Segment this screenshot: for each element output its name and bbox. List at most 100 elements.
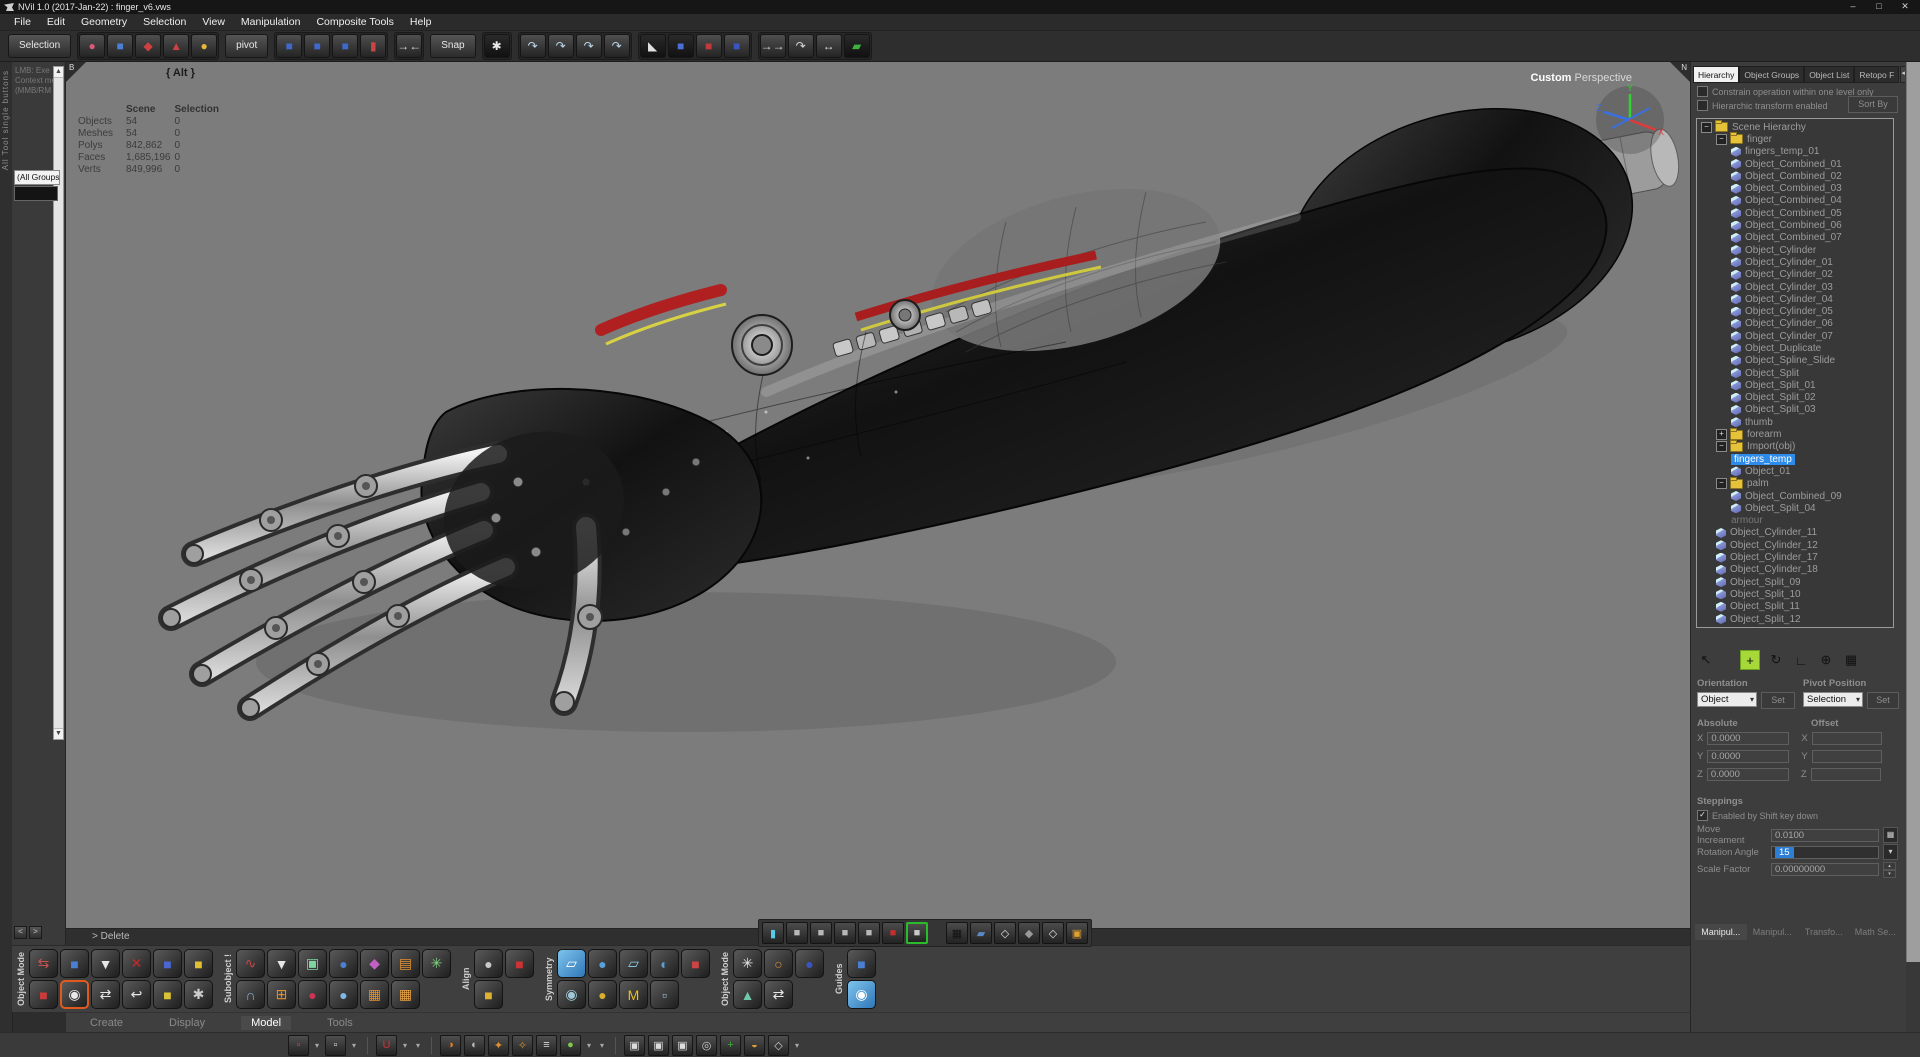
- visibility-eye-icon[interactable]: ◉: [60, 980, 89, 1009]
- manip-tab-3[interactable]: Math Se...: [1850, 924, 1902, 940]
- fragment-icon[interactable]: ▦: [360, 980, 389, 1009]
- menu-help[interactable]: Help: [402, 16, 440, 28]
- delete-object-icon[interactable]: ✕: [122, 949, 151, 978]
- tree-item-object-cylinder-17[interactable]: Object_Cylinder_17: [1697, 551, 1893, 563]
- move-tool-icon[interactable]: +: [1740, 650, 1760, 670]
- ngon-solid-icon[interactable]: ◆: [1018, 922, 1040, 944]
- absolute-z-input[interactable]: 0.0000: [1707, 768, 1789, 781]
- box-red-icon[interactable]: ■: [696, 34, 722, 58]
- tree-item-forearm[interactable]: +forearm: [1697, 428, 1893, 440]
- subsel-edge-icon[interactable]: ■: [810, 922, 832, 944]
- soft-select-sphere-icon[interactable]: ●: [79, 34, 105, 58]
- cube-drag-icon[interactable]: ■: [60, 949, 89, 978]
- tree-item-object-combined-04[interactable]: Object_Combined_04: [1697, 195, 1893, 207]
- undo-move-icon[interactable]: ↩: [122, 980, 151, 1009]
- grid-detail-icon[interactable]: ⊞: [267, 980, 296, 1009]
- tab-object-groups[interactable]: Object Groups: [1739, 66, 1804, 83]
- soft-blob-icon[interactable]: ●: [560, 1035, 581, 1056]
- marquee-frame-icon[interactable]: ▣: [298, 949, 327, 978]
- tab-object-list[interactable]: Object List: [1804, 66, 1854, 83]
- scale-spinner[interactable]: ▴▾: [1883, 862, 1896, 877]
- bottom-tab-tools[interactable]: Tools: [317, 1016, 363, 1030]
- scroll-down-icon[interactable]: ▼: [54, 728, 63, 739]
- grid-tool-icon[interactable]: ▦: [1842, 651, 1860, 669]
- guide-cube-icon[interactable]: ■: [847, 949, 876, 978]
- tree-item-object-cylinder[interactable]: Object_Cylinder: [1697, 244, 1893, 256]
- pivot-tool-icon[interactable]: ⊕: [1817, 651, 1835, 669]
- expander-icon[interactable]: +: [1716, 429, 1727, 440]
- swap-dir-icon[interactable]: ⇄: [764, 980, 793, 1009]
- tree-item-object-cylinder-07[interactable]: Object_Cylinder_07: [1697, 330, 1893, 342]
- move-axis-icon[interactable]: ■: [276, 34, 302, 58]
- groups-dropdown[interactable]: (All Groups): [14, 170, 60, 185]
- tree-item-object-cylinder-01[interactable]: Object_Cylinder_01: [1697, 256, 1893, 268]
- tab-scroll-left-icon[interactable]: ◂: [1900, 66, 1905, 83]
- selection-button[interactable]: Selection: [8, 34, 71, 58]
- green-cross-icon[interactable]: +: [720, 1035, 741, 1056]
- dropdown-caret-icon[interactable]: ▾: [597, 1036, 607, 1055]
- guide-visible-icon[interactable]: ◉: [847, 980, 876, 1009]
- soft-sphere-icon[interactable]: ●: [329, 980, 358, 1009]
- mirror-plane-icon[interactable]: ▱: [557, 949, 586, 978]
- tree-item-finger[interactable]: −finger: [1697, 133, 1893, 145]
- tree-item-object-01[interactable]: Object_01: [1697, 465, 1893, 477]
- tree-item-object-spline-slide[interactable]: Object_Spline_Slide: [1697, 355, 1893, 367]
- grid-display-icon[interactable]: ▦: [946, 922, 968, 944]
- tree-item-object-cylinder-18[interactable]: Object_Cylinder_18: [1697, 564, 1893, 576]
- left-panel-scrollbar[interactable]: ▲ ▼: [53, 66, 64, 740]
- tree-item-object-combined-06[interactable]: Object_Combined_06: [1697, 219, 1893, 231]
- absolute-y-input[interactable]: 0.0000: [1707, 750, 1789, 763]
- expander-icon[interactable]: −: [1701, 122, 1712, 133]
- tree-item-object-cylinder-04[interactable]: Object_Cylinder_04: [1697, 293, 1893, 305]
- tree-item-object-cylinder-05[interactable]: Object_Cylinder_05: [1697, 305, 1893, 317]
- tree-item-fingers-temp-01[interactable]: fingers_temp_01: [1697, 146, 1893, 158]
- tree-item-object-split-04[interactable]: Object_Split_04: [1697, 502, 1893, 514]
- curve-project-icon[interactable]: ↷: [576, 34, 602, 58]
- frame-expand-icon[interactable]: ▣: [624, 1035, 645, 1056]
- curve-draw-icon[interactable]: ↷: [520, 34, 546, 58]
- shade-gray-icon[interactable]: ◐: [464, 1035, 485, 1056]
- tree-item-object-combined-09[interactable]: Object_Combined_09: [1697, 490, 1893, 502]
- dashed-circle-icon[interactable]: ○: [764, 949, 793, 978]
- axis-gizmo[interactable]: Y X Z: [1592, 80, 1668, 156]
- expander-icon[interactable]: −: [1716, 441, 1727, 452]
- tree-item-armour[interactable]: armour: [1697, 515, 1893, 527]
- frame-corner-icon[interactable]: ▣: [672, 1035, 693, 1056]
- rect-plane-icon[interactable]: ■: [668, 34, 694, 58]
- hierarchy-tree[interactable]: −Scene Hierarchy−fingerfingers_temp_01Ob…: [1696, 118, 1894, 628]
- spread-icon[interactable]: ↔: [816, 34, 842, 58]
- measure-align-icon[interactable]: ●: [474, 949, 503, 978]
- sort-by-button[interactable]: Sort By: [1848, 96, 1898, 113]
- tree-item-object-cylinder-03[interactable]: Object_Cylinder_03: [1697, 281, 1893, 293]
- beach-ball-icon[interactable]: ●: [795, 949, 824, 978]
- robotic-arm-model[interactable]: [66, 62, 1690, 928]
- workplane-icon[interactable]: ▰: [970, 922, 992, 944]
- select-face-planes-icon[interactable]: ◆: [135, 34, 161, 58]
- close-button[interactable]: ✕: [1892, 0, 1918, 14]
- tree-item-object-cylinder-06[interactable]: Object_Cylinder_06: [1697, 318, 1893, 330]
- page-next-button[interactable]: >: [29, 926, 42, 939]
- tab-retopo-f[interactable]: Retopo F: [1854, 66, 1899, 83]
- pivot-dropdown[interactable]: Selection: [1803, 692, 1863, 707]
- scale-factor-input[interactable]: 0.00000000: [1771, 863, 1879, 876]
- arc-angle-icon[interactable]: ∩: [236, 980, 265, 1009]
- tree-item-object-split-09[interactable]: Object_Split_09: [1697, 576, 1893, 588]
- triangle-plane-icon[interactable]: ◣: [640, 34, 666, 58]
- tree-item-object-combined-03[interactable]: Object_Combined_03: [1697, 182, 1893, 194]
- dropdown-caret-icon[interactable]: ▾: [349, 1036, 359, 1055]
- groups-list[interactable]: [14, 186, 58, 201]
- tree-item-object-cylinder-11[interactable]: Object_Cylinder_11: [1697, 527, 1893, 539]
- subsel-vertex-icon[interactable]: ■: [786, 922, 808, 944]
- select-object-icon[interactable]: ■: [107, 34, 133, 58]
- expander-icon[interactable]: −: [1716, 478, 1727, 489]
- frame-nodes-icon[interactable]: ▣: [648, 1035, 669, 1056]
- rotate-tool-icon[interactable]: ↻: [1767, 651, 1785, 669]
- pose-axis-icon[interactable]: ▮: [360, 34, 386, 58]
- menu-file[interactable]: File: [6, 16, 39, 28]
- pivot-set-button[interactable]: Set: [1867, 692, 1899, 709]
- collapse-verts-icon[interactable]: →←: [396, 34, 422, 58]
- drop-to-floor-icon[interactable]: ▼: [91, 949, 120, 978]
- bottom-tab-model[interactable]: Model: [241, 1016, 291, 1030]
- paint-drop-icon[interactable]: ◒: [744, 1035, 765, 1056]
- snap-settings-icon[interactable]: ✱: [484, 34, 510, 58]
